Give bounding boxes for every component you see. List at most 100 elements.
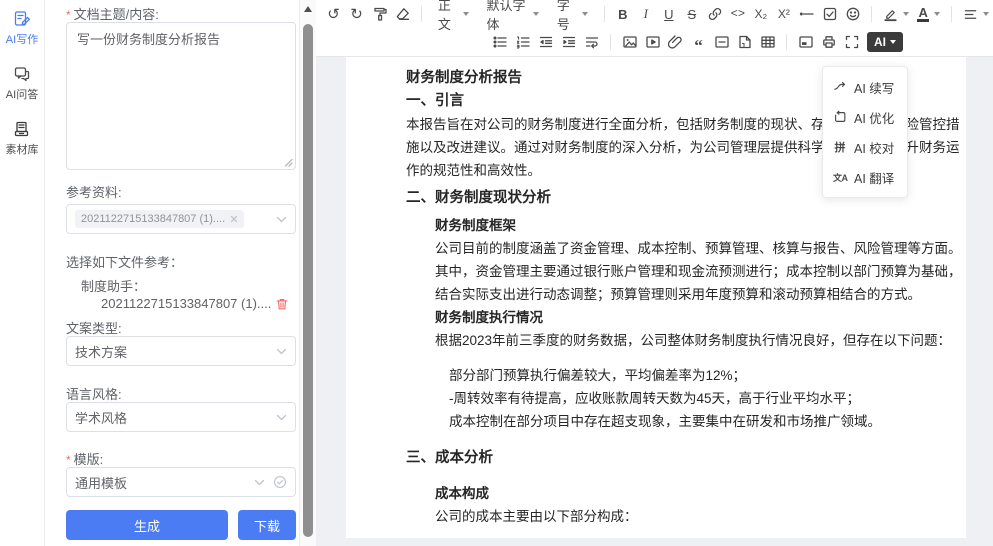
code-button[interactable]: <> [726, 3, 749, 25]
chevron-down-icon [276, 348, 287, 355]
attachment-icon[interactable] [664, 31, 687, 53]
download-button[interactable]: 下载 [238, 510, 296, 540]
subscript-button[interactable]: X₂ [749, 3, 772, 25]
caret-down-icon [903, 12, 909, 16]
italic-button[interactable]: I [634, 3, 657, 25]
chevron-down-icon [254, 479, 265, 486]
required-mark: * [66, 8, 71, 22]
format-painter-icon[interactable] [368, 3, 391, 25]
task-checkbox-icon[interactable] [818, 3, 841, 25]
menu-item-ai-continue[interactable]: AI 续写 [823, 72, 907, 102]
image-icon[interactable] [618, 31, 641, 53]
horizontal-rule-icon[interactable] [795, 3, 818, 25]
doc-heading-3: 三、成本分析 [406, 447, 906, 470]
topic-value: 写一份财务制度分析报告 [77, 32, 220, 47]
file-name: 2021122715133847807 (1).... [101, 296, 271, 311]
close-icon[interactable] [230, 215, 238, 223]
caret-down-icon [983, 12, 989, 16]
reference-select[interactable]: 2021122715133847807 (1).... [66, 204, 296, 234]
strikethrough-button[interactable]: S [680, 3, 703, 25]
doc-paragraph-line: 其中，资金管理主要通过银行账户管理和现金流预测进行；成本控制以部门预算为基础， [406, 260, 906, 283]
font-color-dropdown[interactable]: A [913, 3, 944, 25]
embed-icon[interactable] [794, 31, 817, 53]
outdent-icon[interactable] [534, 31, 557, 53]
caret-down-icon [533, 12, 539, 16]
language-style-select[interactable]: 学术风格 [66, 402, 296, 432]
proofread-icon: 拼 [833, 139, 847, 155]
topic-input[interactable]: 写一份财务制度分析报告 [66, 22, 296, 170]
form-actions: 生成 下载 [66, 510, 296, 540]
link-icon[interactable] [703, 3, 726, 25]
panel-scrollbar[interactable] [299, 0, 316, 546]
caret-down-icon [463, 12, 469, 16]
chevron-down-icon [276, 216, 287, 223]
table-icon[interactable] [756, 31, 779, 53]
font-size-dropdown[interactable]: 字号 [548, 3, 597, 25]
doc-paragraph-line: 公司的成本主要由以下部分构成： [406, 505, 906, 528]
doc-type-value: 技术方案 [75, 342, 276, 361]
sidebar-item-ai-qa[interactable]: AI问答 [6, 65, 38, 102]
language-style-value: 学术风格 [75, 408, 276, 427]
video-icon[interactable] [641, 31, 664, 53]
paragraph-style-dropdown[interactable]: 正文 [429, 3, 478, 25]
sidebar-item-ai-writing[interactable]: AI写作 [6, 10, 38, 47]
doc-paragraph-line: 公司目前的制度涵盖了资金管理、成本控制、预算管理、核算与报告、风险管理等方面。 [406, 237, 906, 260]
eraser-icon[interactable] [391, 3, 414, 25]
numbered-list-icon[interactable] [511, 31, 534, 53]
bullet-list-icon[interactable] [488, 31, 511, 53]
language-style-label: 语言风格: [66, 384, 122, 403]
highlight-color-dropdown[interactable] [879, 3, 913, 25]
doc-type-select[interactable]: 技术方案 [66, 336, 296, 366]
sidebar-item-label: AI问答 [6, 86, 38, 102]
line-break-icon[interactable] [580, 31, 603, 53]
doc-subheading: 成本构成 [406, 482, 906, 505]
ai-tools-button[interactable]: AI [867, 32, 903, 52]
scroll-up-arrow-icon[interactable] [304, 6, 312, 12]
emoji-icon[interactable] [841, 3, 864, 25]
undo-icon[interactable]: ↺ [322, 3, 345, 25]
reference-tag: 2021122715133847807 (1).... [75, 210, 244, 228]
resize-handle-icon[interactable] [284, 158, 293, 167]
app-window: AI写作 AI问答 素材库 *文档主题/内容: 写一份财务制度分析报告 参考资料… [0, 0, 993, 546]
indent-icon[interactable] [557, 31, 580, 53]
menu-item-ai-optimize[interactable]: AI 优化 [823, 102, 907, 132]
file-section-label: 选择如下文件参考： [66, 252, 183, 271]
generate-button[interactable]: 生成 [66, 510, 228, 540]
reference-file-row: 2021122715133847807 (1).... [101, 296, 289, 311]
menu-item-ai-translate[interactable]: 文A AI 翻译 [823, 162, 907, 192]
ai-write-icon [13, 10, 31, 28]
template-label: *模版: [66, 449, 103, 468]
translate-icon: 文A [833, 171, 847, 184]
continue-writing-icon [833, 80, 847, 94]
template-select[interactable]: 通用模板 [66, 467, 296, 497]
doc-paragraph-line: 根据2023年前三季度的财务数据，公司整体财务制度执行情况良好，但存在以下问题： [406, 329, 906, 352]
doc-type-label: 文案类型: [66, 318, 122, 337]
toolbar-row-2: “ [316, 28, 993, 56]
check-circle-icon [273, 475, 287, 489]
redo-icon[interactable]: ↻ [345, 3, 368, 25]
trash-icon[interactable] [275, 297, 289, 311]
sidebar-item-material-library[interactable]: 素材库 [6, 120, 39, 157]
doc-list-item: 成本控制在部分项目中存在超支现象，主要集中在研发和市场推广领域。 [406, 410, 906, 433]
font-family-dropdown[interactable]: 默认字体 [478, 3, 548, 25]
superscript-button[interactable]: X² [772, 3, 795, 25]
underline-button[interactable]: U [657, 3, 680, 25]
align-dropdown[interactable] [959, 3, 993, 25]
ai-tools-menu: AI 续写 AI 优化 拼 AI 校对 文A AI 翻译 [822, 66, 908, 198]
template-value: 通用模板 [75, 473, 254, 492]
blockquote-icon[interactable]: “ [687, 31, 710, 53]
fullscreen-icon[interactable] [840, 31, 863, 53]
toolbar-row-1: ↺ ↻ 正文 默认字体 字号 B [316, 0, 993, 28]
scrollbar-thumb[interactable] [303, 24, 313, 537]
bold-button[interactable]: B [611, 3, 634, 25]
sidebar-item-label: 素材库 [6, 141, 39, 157]
caret-down-icon [582, 12, 588, 16]
material-library-icon [13, 120, 31, 138]
page-break-icon[interactable] [733, 31, 756, 53]
menu-item-ai-proofread[interactable]: 拼 AI 校对 [823, 132, 907, 162]
divider-block-icon[interactable] [710, 31, 733, 53]
print-icon[interactable] [817, 31, 840, 53]
doc-subheading: 财务制度执行情况 [406, 306, 906, 329]
chevron-down-icon [276, 414, 287, 421]
doc-list-item: 部分部门预算执行偏差较大，平均偏差率为12%； [406, 364, 906, 387]
